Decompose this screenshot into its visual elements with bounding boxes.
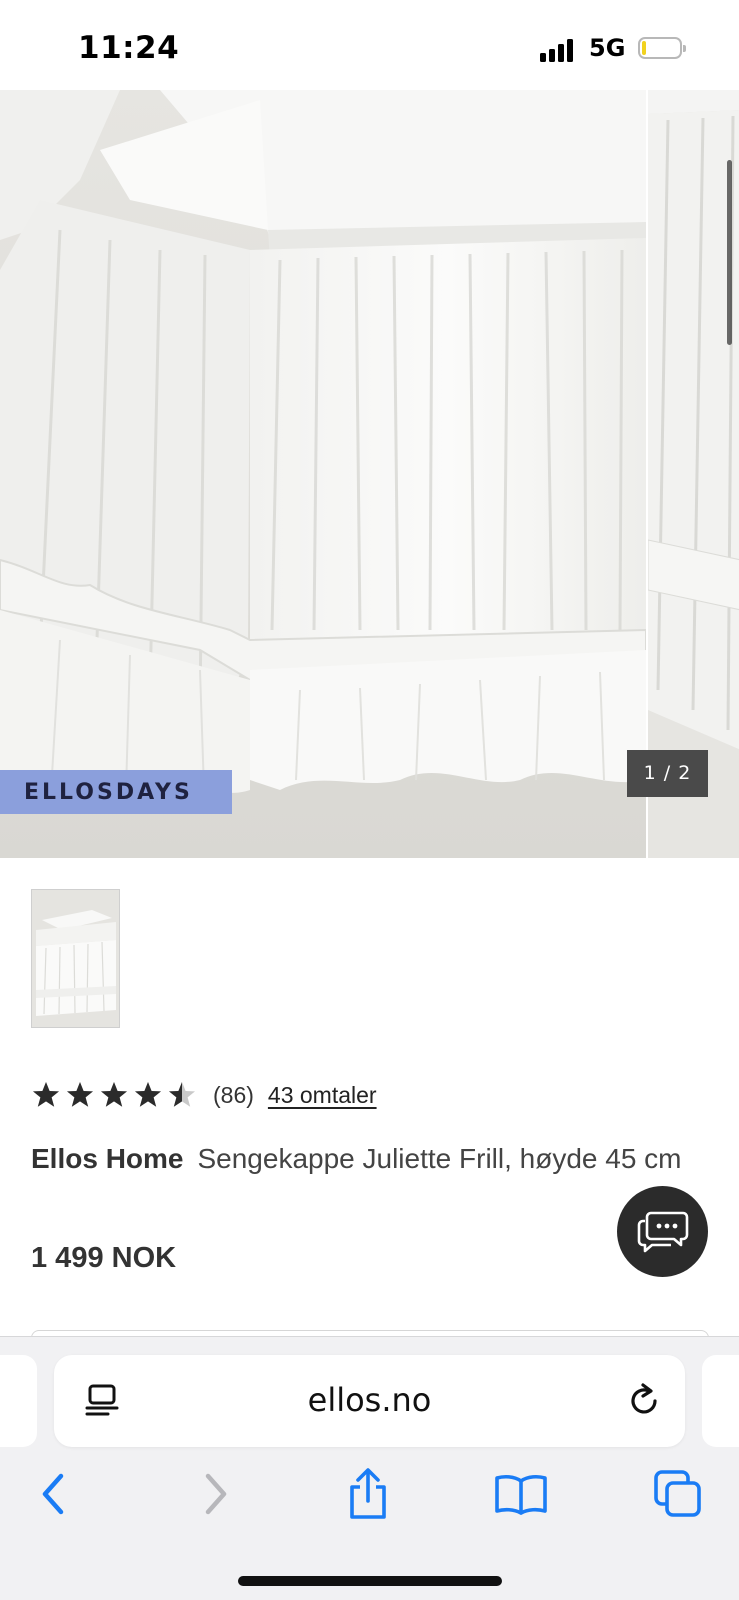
star-full-icon xyxy=(101,1082,127,1107)
home-indicator xyxy=(238,1576,502,1586)
product-rating: (86) 43 omtaler xyxy=(31,1075,377,1115)
book-icon xyxy=(495,1474,547,1515)
star-full-icon xyxy=(67,1082,93,1107)
rating-stars xyxy=(31,1080,197,1110)
chevron-right-icon xyxy=(205,1473,227,1515)
network-type: 5G xyxy=(589,34,626,62)
chat-bubbles-icon xyxy=(637,1211,688,1252)
star-full-icon xyxy=(135,1082,161,1107)
rating-count: (86) xyxy=(213,1081,254,1108)
product-name: Sengekappe Juliette Frill, høyde 45 cm xyxy=(197,1143,682,1174)
chat-button[interactable] xyxy=(617,1186,708,1277)
share-button[interactable] xyxy=(341,1467,395,1521)
product-brand[interactable]: Ellos Home xyxy=(31,1143,183,1174)
image-counter: 1 / 2 xyxy=(627,750,708,797)
next-product-image[interactable] xyxy=(646,90,739,858)
browser-toolbar: ellos.no xyxy=(0,1336,739,1600)
signal-icon xyxy=(540,38,576,62)
status-bar: 11:24 5G xyxy=(0,0,739,90)
back-button[interactable] xyxy=(27,1467,81,1521)
share-icon xyxy=(350,1468,386,1519)
image-thumbnail[interactable] xyxy=(31,889,120,1028)
address-bar[interactable]: ellos.no xyxy=(54,1355,685,1447)
tabs-button[interactable] xyxy=(651,1467,705,1521)
product-image-gallery[interactable]: ELLOSDAYS 1 / 2 xyxy=(0,90,739,858)
promo-badge: ELLOSDAYS xyxy=(0,770,232,814)
page-scroll-indicator xyxy=(727,160,732,345)
battery-icon xyxy=(638,37,686,59)
reviews-link[interactable]: 43 omtaler xyxy=(268,1082,377,1109)
reload-icon[interactable] xyxy=(624,1381,664,1421)
product-title: Ellos Home Sengekappe Juliette Frill, høy… xyxy=(31,1136,701,1182)
url-text[interactable]: ellos.no xyxy=(54,1381,685,1419)
bookmarks-button[interactable] xyxy=(494,1467,548,1521)
product-price: 1 499 NOK xyxy=(31,1242,177,1274)
next-tab-preview[interactable] xyxy=(702,1355,739,1447)
star-half-icon xyxy=(169,1082,195,1107)
forward-button[interactable] xyxy=(188,1467,242,1521)
tabs-icon xyxy=(654,1470,701,1517)
browser-nav-toolbar xyxy=(0,1455,739,1535)
previous-tab-preview[interactable] xyxy=(0,1355,37,1447)
chevron-left-icon xyxy=(42,1473,64,1515)
status-time: 11:24 xyxy=(78,30,180,66)
product-image[interactable] xyxy=(0,90,646,858)
star-full-icon xyxy=(33,1082,59,1107)
